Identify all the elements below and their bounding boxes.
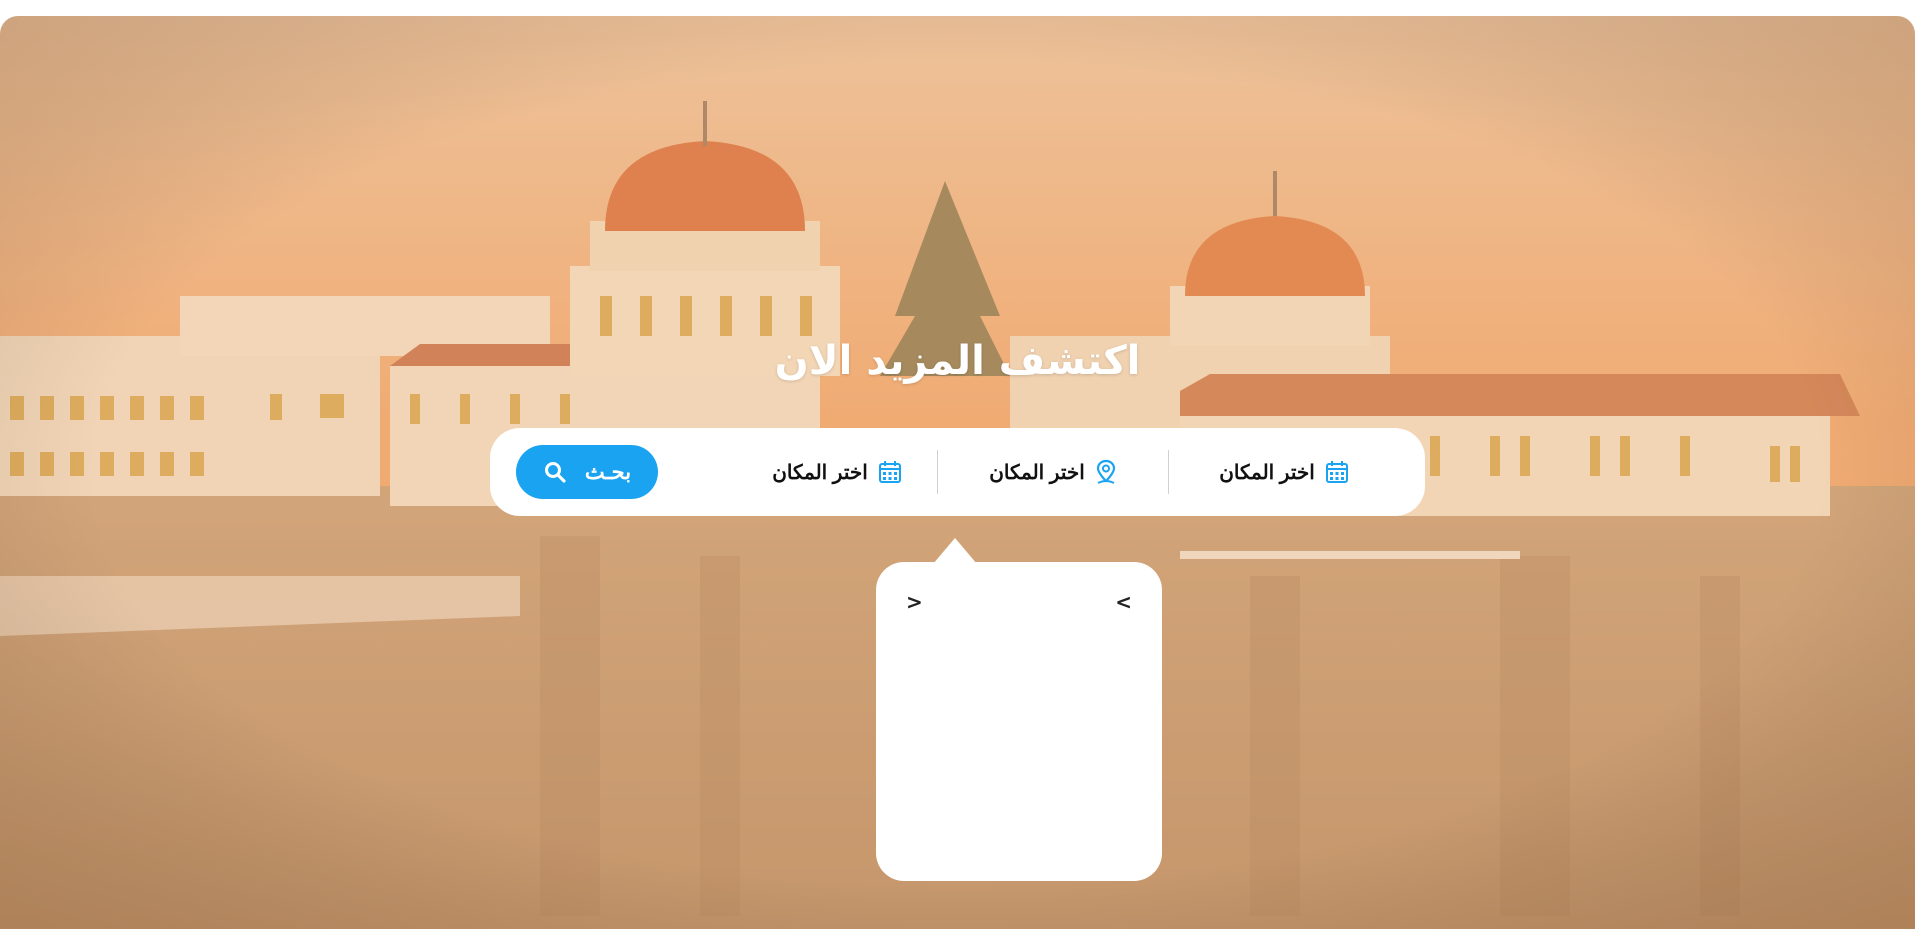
place-field-1-label: اختر المكان — [1219, 461, 1315, 484]
place-field-3[interactable]: اختر المكان — [737, 428, 937, 516]
place-field-1[interactable]: اختر المكان — [1169, 428, 1399, 516]
divider — [1168, 450, 1169, 494]
search-bar: اختر المكان اختر المكان اختر المكان بحـث — [490, 428, 1425, 516]
search-button-label: بحـث — [584, 460, 632, 484]
place-field-2-label: اختر المكان — [989, 461, 1085, 484]
search-icon — [543, 460, 567, 484]
next-month-button[interactable]: > — [1115, 592, 1132, 612]
search-button[interactable]: بحـث — [516, 445, 658, 499]
place-field-2[interactable]: اختر المكان — [938, 428, 1168, 516]
hero-title: اكتشف المزيد الان — [774, 338, 1141, 384]
divider — [937, 450, 938, 494]
popup-pointer — [933, 538, 977, 564]
location-pin-icon — [1095, 459, 1117, 485]
calendar-popup: < > — [876, 562, 1162, 881]
calendar-icon — [1325, 460, 1349, 484]
calendar-icon — [878, 460, 902, 484]
prev-month-button[interactable]: < — [906, 592, 923, 612]
place-field-3-label: اختر المكان — [772, 461, 868, 484]
